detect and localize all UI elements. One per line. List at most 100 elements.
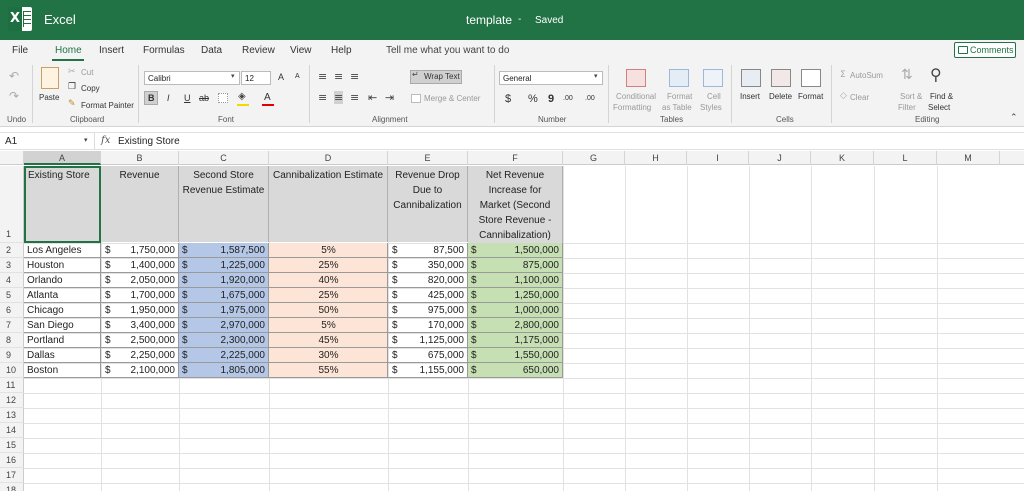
row-header-7[interactable]: 7 [0,318,24,333]
cell-revenue[interactable]: 2,250,000 [112,348,176,363]
decrease-decimal-button[interactable]: .00 [585,95,595,102]
cell-revenue[interactable]: 1,700,000 [112,288,176,303]
percent-button[interactable]: % [528,93,538,105]
row-header-18[interactable]: 18 [0,483,24,491]
cell-net-revenue[interactable]: 1,175,000 [480,333,560,348]
font-size-select[interactable]: 12 [241,71,271,85]
cell-revenue[interactable]: 1,400,000 [112,258,176,273]
cell-second-store-revenue[interactable]: 1,587,500 [190,243,266,258]
cell-revenue[interactable]: 2,500,000 [112,333,176,348]
cell-net-revenue[interactable]: 1,100,000 [480,273,560,288]
cell-revenue-drop[interactable]: 975,000 [400,303,464,318]
align-right-icon[interactable]: ≡ [350,91,359,104]
cell-store[interactable]: San Diego [27,318,99,333]
column-header-e[interactable]: E [388,151,468,165]
cell-store[interactable]: Boston [27,363,99,378]
merge-center-button[interactable]: Merge & Center [424,94,480,103]
fill-color-icon[interactable]: ◈ [238,91,246,102]
cut-button[interactable]: Cut [81,68,93,77]
excel-logo-icon[interactable]: X [8,7,32,31]
wrap-text-button[interactable]: Wrap Text [424,72,460,81]
row-header-9[interactable]: 9 [0,348,24,363]
collapse-ribbon-icon[interactable]: ⌃ [1010,113,1018,123]
column-header-c[interactable]: C [179,151,269,165]
comma-button[interactable]: 9 [548,93,554,105]
tab-view[interactable]: View [290,45,312,56]
row-header-15[interactable]: 15 [0,438,24,453]
header-revenue-drop[interactable]: Revenue Drop Due to Cannibalization [388,166,468,242]
cell-revenue[interactable]: 1,750,000 [112,243,176,258]
cell-revenue-drop[interactable]: 1,155,000 [400,363,465,378]
sort-filter-icon[interactable]: ⇅ [901,67,913,83]
cell-net-revenue[interactable]: 1,550,000 [480,348,560,363]
conditional-label[interactable]: Conditional [616,92,656,101]
format-painter-icon[interactable]: ✎ [68,99,76,109]
cell-styles-icon[interactable] [703,69,723,87]
cell-cannibalization[interactable]: 55% [270,363,387,378]
redo-icon[interactable]: ↷ [9,89,19,103]
cell-label[interactable]: Cell [707,92,721,101]
clear-icon[interactable]: ◇ [840,91,847,101]
row-header-14[interactable]: 14 [0,423,24,438]
cell-cannibalization[interactable]: 5% [270,318,387,333]
cell-cannibalization[interactable]: 25% [270,258,387,273]
column-header-a[interactable]: A [24,151,101,165]
cell-cannibalization[interactable]: 50% [270,303,387,318]
tab-review[interactable]: Review [242,45,275,56]
select-all-corner[interactable] [0,151,24,165]
cell-store[interactable]: Portland [27,333,99,348]
align-center-icon[interactable]: ≡ [334,91,344,104]
row-header-2[interactable]: 2 [0,243,24,258]
cell-net-revenue[interactable]: 1,500,000 [480,243,560,258]
sort-label[interactable]: Sort & [900,92,922,101]
worksheet[interactable]: A B C D E F G H I J K L M 1 2 3 4 5 6 7 8 9 10 11 1… [0,151,1024,491]
header-second-store-revenue[interactable]: Second Store Revenue Estimate [179,166,269,242]
document-title[interactable]: template [466,13,512,27]
column-header-i[interactable]: I [687,151,749,165]
cell-revenue-drop[interactable]: 87,500 [400,243,464,258]
cell-net-revenue[interactable]: 1,250,000 [480,288,560,303]
formula-input[interactable]: Existing Store [118,136,180,147]
cell-revenue-drop[interactable]: 1,125,000 [400,333,465,348]
cell-second-store-revenue[interactable]: 2,300,000 [190,333,266,348]
cell-cannibalization[interactable]: 45% [270,333,387,348]
column-header-l[interactable]: L [874,151,937,165]
strikethrough-button[interactable]: ab [199,93,209,103]
row-header-5[interactable]: 5 [0,288,24,303]
column-header-d[interactable]: D [269,151,388,165]
row-header-10[interactable]: 10 [0,363,24,378]
row-header-16[interactable]: 16 [0,453,24,468]
delete-cells-button[interactable]: Delete [769,92,792,101]
column-header-m[interactable]: M [937,151,1000,165]
column-header-k[interactable]: K [811,151,874,165]
cell-cannibalization[interactable]: 5% [270,243,387,258]
row-header-17[interactable]: 17 [0,468,24,483]
underline-button[interactable]: U [184,93,191,103]
column-header-b[interactable]: B [101,151,179,165]
cell-store[interactable]: Dallas [27,348,99,363]
cell-revenue-drop[interactable]: 820,000 [400,273,464,288]
fx-icon[interactable]: fx [101,135,110,146]
autosum-icon[interactable]: Σ [840,70,846,80]
font-color-button[interactable]: A [264,92,271,103]
cell-second-store-revenue[interactable]: 2,970,000 [190,318,266,333]
tab-file[interactable]: File [12,45,28,56]
paste-button[interactable]: Paste [39,93,59,102]
bold-button[interactable]: B [148,93,155,103]
header-net-revenue-increase[interactable]: Net Revenue Increase for Market (Second Sto… [468,166,563,243]
cell-second-store-revenue[interactable]: 1,675,000 [190,288,266,303]
tab-data[interactable]: Data [201,45,222,56]
comments-button[interactable]: Comments [954,42,1016,58]
cell-revenue-drop[interactable]: 425,000 [400,288,464,303]
cell-revenue[interactable]: 1,950,000 [112,303,176,318]
insert-cells-icon[interactable] [741,69,761,87]
cell-store[interactable]: Houston [27,258,99,273]
cell-cannibalization[interactable]: 30% [270,348,387,363]
increase-decimal-button[interactable]: .00 [563,95,573,102]
row-header-6[interactable]: 6 [0,303,24,318]
copy-button[interactable]: Copy [81,84,100,93]
align-middle-icon[interactable]: ≡ [334,70,343,83]
copy-icon[interactable]: ❐ [68,82,76,92]
header-cannibalization-estimate[interactable]: Cannibalization Estimate [269,166,388,242]
cell-revenue-drop[interactable]: 350,000 [400,258,464,273]
